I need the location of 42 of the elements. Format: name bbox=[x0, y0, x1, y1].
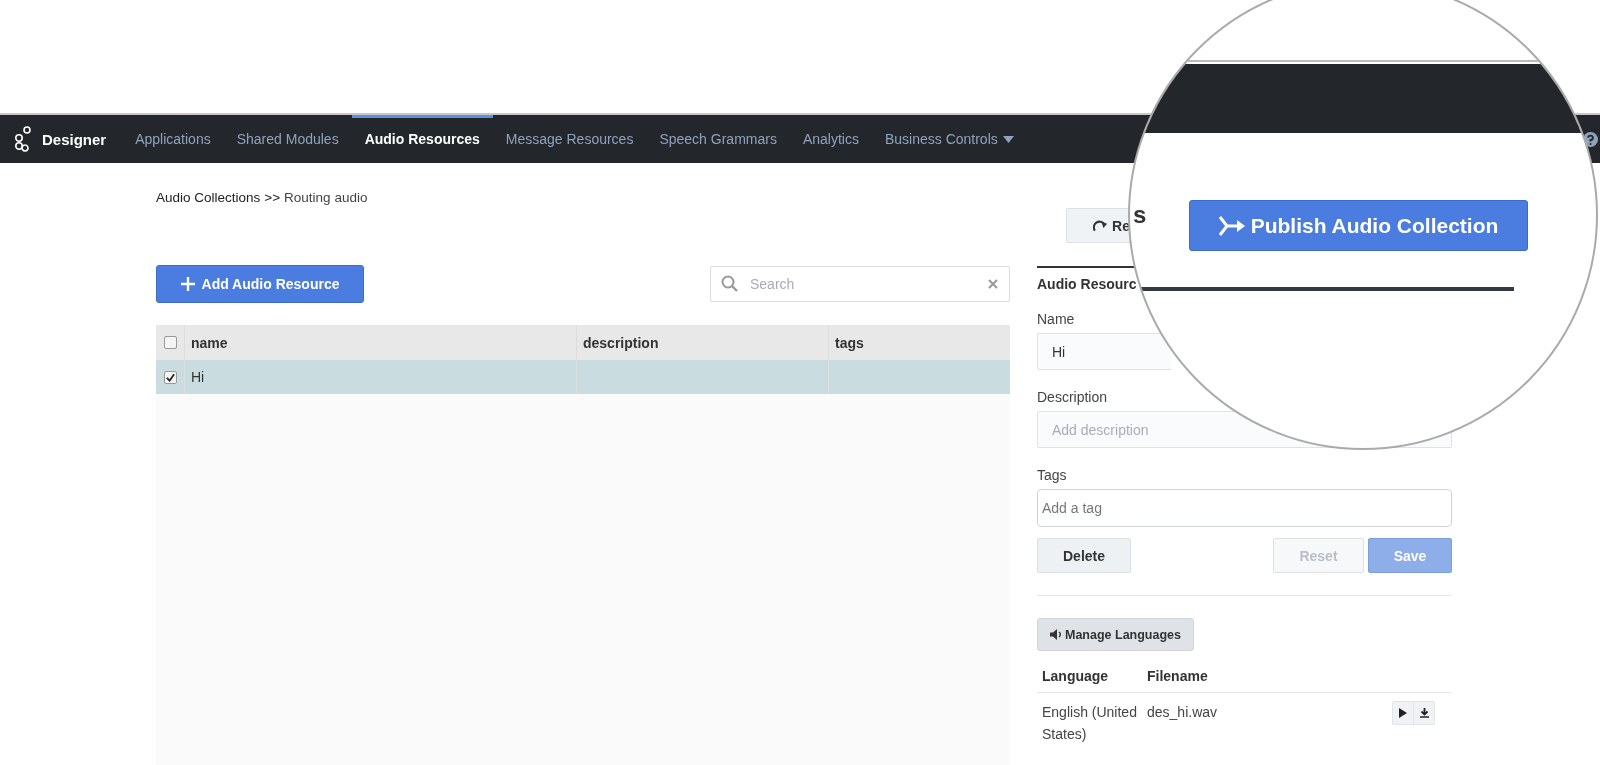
play-icon bbox=[1399, 708, 1407, 718]
table-cell: Hi bbox=[184, 360, 576, 394]
language-cell-text: English (United States) bbox=[1042, 703, 1138, 744]
plus-icon bbox=[180, 277, 195, 291]
merge-arrow-icon bbox=[1218, 215, 1245, 236]
text-field[interactable]: Hi bbox=[1037, 333, 1171, 370]
nav-tab[interactable]: Applications bbox=[122, 115, 224, 163]
search-icon bbox=[721, 275, 738, 292]
breadcrumb-current: Routing audio bbox=[284, 190, 368, 205]
action-button[interactable]: Delete bbox=[1037, 538, 1131, 573]
redo-icon bbox=[1093, 219, 1109, 232]
row-checkbox[interactable] bbox=[163, 370, 177, 384]
filename-cell-text: des_hi.wav bbox=[1147, 703, 1219, 722]
nav-tab[interactable]: Shared Modules bbox=[223, 115, 352, 163]
clear-icon[interactable] bbox=[988, 279, 998, 289]
nav-tab[interactable]: Speech Grammars bbox=[646, 115, 790, 163]
nav-tab[interactable]: Message Resources bbox=[492, 115, 647, 163]
select-all-checkbox[interactable] bbox=[163, 336, 177, 349]
button-text-fragment: s bbox=[1133, 203, 1147, 227]
caret-icon bbox=[1002, 135, 1014, 143]
publish-button[interactable]: Publish Audio Collection bbox=[1189, 200, 1528, 251]
field-label: Tags bbox=[1037, 467, 1068, 483]
nav-tab[interactable]: Analytics bbox=[789, 115, 872, 163]
restore-button[interactable]: Re bbox=[1066, 208, 1130, 243]
add-audio-resource-button[interactable]: Add Audio Resource bbox=[156, 265, 364, 303]
column-header: Filename bbox=[1147, 668, 1209, 684]
nav-tab[interactable]: Audio Resources bbox=[351, 115, 493, 163]
app-name: Designer bbox=[42, 130, 107, 148]
field-label: Description bbox=[1037, 389, 1109, 405]
section-heading: Audio Resourc bbox=[1037, 276, 1137, 292]
breadcrumb-link[interactable]: Audio Collections bbox=[156, 190, 261, 205]
speaker-icon bbox=[1050, 629, 1062, 640]
table-row[interactable]: Hi bbox=[156, 360, 1010, 394]
tag-field[interactable]: Add a tag bbox=[1037, 489, 1452, 527]
breadcrumb-separator: >> bbox=[264, 190, 281, 205]
nav-tab[interactable]: Business Controls bbox=[871, 115, 1027, 163]
search-field[interactable]: Search bbox=[710, 266, 1010, 302]
logo-icon bbox=[14, 126, 32, 152]
manage-languages-button[interactable]: Manage Languages bbox=[1037, 618, 1194, 651]
column-header: Language bbox=[1042, 668, 1110, 684]
field-label: Name bbox=[1037, 311, 1076, 327]
download-icon bbox=[1419, 708, 1429, 718]
